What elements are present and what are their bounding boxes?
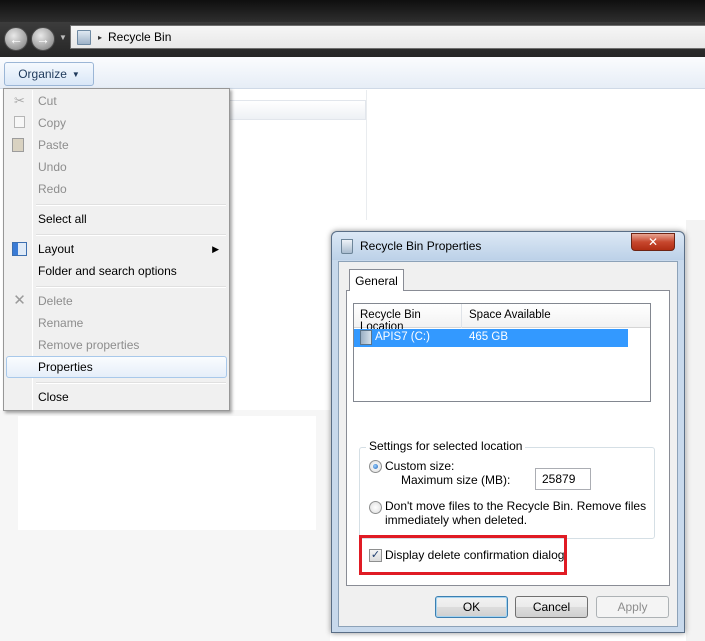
menu-item-redo[interactable]: Redo: [6, 178, 227, 200]
organize-menu: ✂ Cut Copy Paste Undo Redo Select all La…: [3, 88, 230, 411]
breadcrumb-separator[interactable]: ▸: [98, 33, 102, 42]
dont-move-radio[interactable]: [369, 501, 382, 514]
menu-item-layout[interactable]: Layout ▶: [6, 238, 227, 260]
cut-icon: ✂: [14, 93, 25, 108]
back-button[interactable]: ←: [4, 27, 28, 51]
drive-icon: [360, 330, 372, 345]
recycle-bin-properties-dialog: Recycle Bin Properties ✕ General Recycle…: [331, 231, 685, 633]
menu-item-label: Undo: [38, 160, 67, 174]
forward-button[interactable]: →: [31, 27, 55, 51]
menu-item-label: Properties: [38, 360, 93, 374]
menu-item-undo[interactable]: Undo: [6, 156, 227, 178]
layout-icon: [12, 242, 27, 256]
submenu-arrow-icon: ▶: [212, 243, 219, 254]
menu-item-cut[interactable]: ✂ Cut: [6, 90, 227, 112]
copy-icon: [14, 116, 25, 128]
column-header[interactable]: [228, 100, 366, 120]
organize-label: Organize: [18, 67, 67, 81]
delete-icon: ✕: [13, 292, 26, 309]
dont-move-label-line2[interactable]: immediately when deleted.: [385, 513, 527, 527]
custom-size-radio[interactable]: [369, 460, 382, 473]
custom-size-label[interactable]: Custom size:: [385, 459, 454, 473]
menu-item-label: Redo: [38, 182, 67, 196]
menu-item-copy[interactable]: Copy: [6, 112, 227, 134]
confirm-delete-checkbox[interactable]: ✓: [369, 549, 382, 562]
cancel-button[interactable]: Cancel: [515, 596, 588, 618]
menu-item-label: Paste: [38, 138, 69, 152]
window-edge: [686, 220, 705, 641]
menu-item-folder-options[interactable]: Folder and search options: [6, 260, 227, 282]
arrow-left-icon: ←: [9, 31, 23, 47]
menu-item-rename[interactable]: Rename: [6, 312, 227, 334]
dialog-body: General Recycle Bin Location Space Avail…: [338, 261, 678, 627]
menu-item-label: Rename: [38, 316, 84, 330]
address-bar[interactable]: ▸ Recycle Bin: [70, 25, 705, 49]
max-size-label: Maximum size (MB):: [401, 473, 511, 487]
location-list[interactable]: Recycle Bin Location Space Available API…: [353, 303, 651, 402]
dialog-titlebar[interactable]: Recycle Bin Properties ✕: [332, 232, 684, 260]
menu-separator: [36, 234, 226, 236]
menu-item-label: Remove properties: [38, 338, 140, 352]
recycle-bin-icon: [341, 239, 353, 254]
menu-separator: [36, 286, 226, 288]
organize-button[interactable]: Organize ▼: [4, 62, 94, 86]
menu-item-label: Close: [38, 390, 69, 404]
menu-separator: [36, 382, 226, 384]
menu-item-close[interactable]: Close: [6, 386, 227, 408]
list-header: Recycle Bin Location Space Available: [354, 304, 650, 333]
menu-item-label: Folder and search options: [38, 264, 177, 278]
ok-button[interactable]: OK: [435, 596, 508, 618]
breadcrumb-recycle-bin[interactable]: Recycle Bin: [108, 30, 171, 44]
close-button[interactable]: ✕: [631, 233, 675, 251]
dialog-title: Recycle Bin Properties: [360, 239, 482, 253]
menu-item-label: Delete: [38, 294, 73, 308]
menu-item-label: Cut: [38, 94, 57, 108]
tab-general[interactable]: General: [349, 269, 404, 291]
menu-item-paste[interactable]: Paste: [6, 134, 227, 156]
close-icon: ✕: [647, 235, 659, 249]
menu-item-properties[interactable]: Properties: [6, 356, 227, 378]
menu-separator: [36, 204, 226, 206]
list-item[interactable]: APIS7 (C:) 465 GB: [354, 329, 628, 347]
menu-item-select-all[interactable]: Select all: [6, 208, 227, 230]
space-available: 465 GB: [469, 331, 508, 343]
command-bar: [0, 57, 705, 89]
content-area: [18, 416, 316, 530]
pane-divider: [366, 90, 367, 220]
max-size-input[interactable]: 25879: [535, 468, 591, 490]
location-name: APIS7 (C:): [375, 331, 430, 343]
apply-button[interactable]: Apply: [596, 596, 669, 618]
dont-move-label[interactable]: Don't move files to the Recycle Bin. Rem…: [385, 499, 646, 513]
menu-item-remove-properties[interactable]: Remove properties: [6, 334, 227, 356]
settings-group-title: Settings for selected location: [366, 439, 526, 453]
menu-item-delete[interactable]: ✕ Delete: [6, 290, 227, 312]
column-header-space[interactable]: Space Available: [463, 304, 551, 328]
recycle-bin-icon: [77, 29, 91, 45]
column-header-location[interactable]: Recycle Bin Location: [354, 304, 462, 333]
menu-item-label: Layout: [38, 242, 75, 256]
menu-item-label: Select all: [38, 212, 87, 226]
chevron-down-icon: ▼: [71, 69, 80, 79]
paste-icon: [12, 138, 24, 152]
window-titlebar: [0, 0, 705, 22]
recent-pages-dropdown[interactable]: ▼: [59, 33, 67, 42]
confirm-delete-label[interactable]: Display delete confirmation dialog: [385, 548, 564, 562]
menu-item-label: Copy: [38, 116, 67, 130]
arrow-right-icon: →: [36, 31, 50, 47]
